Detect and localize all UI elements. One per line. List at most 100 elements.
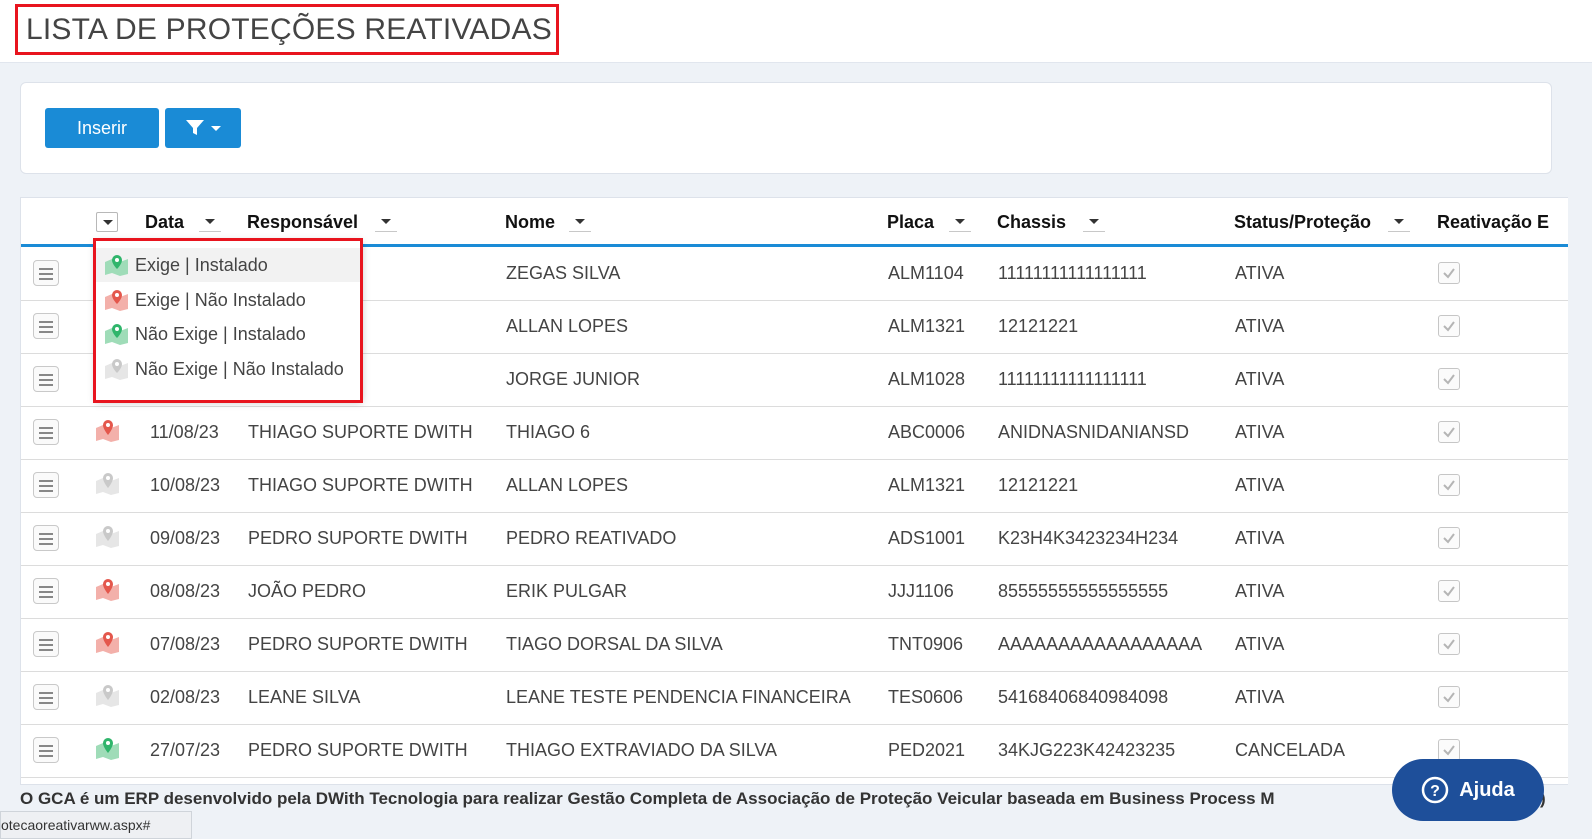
- column-menu-nome[interactable]: [569, 212, 591, 232]
- cell-chassis: AAAAAAAAAAAAAAAAA: [998, 634, 1203, 654]
- reativacao-checkbox[interactable]: [1438, 315, 1460, 337]
- row-menu-button[interactable]: [33, 419, 59, 445]
- column-header-status[interactable]: Status/Proteção: [1234, 212, 1371, 233]
- cell-data: 10/08/23: [150, 475, 221, 495]
- cell-placa: TNT0906: [888, 634, 964, 654]
- map-pin-grey-icon: [96, 526, 119, 548]
- cell-responsavel: PEDRO SUPORTE DWITH: [248, 634, 468, 654]
- row-menu-button[interactable]: [33, 313, 59, 339]
- cell-nome: THIAGO EXTRAVIADO DA SILVA: [506, 740, 778, 760]
- column-header-data[interactable]: Data: [145, 212, 184, 233]
- row-menu-button[interactable]: [33, 472, 59, 498]
- cell-placa: JJJ1106: [888, 581, 954, 601]
- cell-nome: LEANE TESTE PENDENCIA FINANCEIRA: [506, 687, 851, 707]
- reativacao-checkbox[interactable]: [1438, 580, 1460, 602]
- column-header-responsavel[interactable]: Responsável: [247, 212, 358, 233]
- pin-filter-dropdown[interactable]: [96, 212, 118, 232]
- cell-responsavel: PEDRO SUPORTE DWITH: [248, 740, 468, 760]
- help-button[interactable]: ? Ajuda: [1392, 759, 1544, 821]
- reativacao-checkbox[interactable]: [1438, 262, 1460, 284]
- cell-responsavel: JOÃO PEDRO: [248, 581, 367, 601]
- cell-status: ATIVA: [1235, 581, 1285, 601]
- row-menu-button[interactable]: [33, 578, 59, 604]
- cell-responsavel: LEANE SILVA: [248, 687, 361, 707]
- cell-chassis: 34KJG223K42423235: [998, 740, 1176, 760]
- cell-data: 02/08/23: [150, 687, 221, 707]
- column-menu-responsavel[interactable]: [375, 212, 397, 232]
- row-menu-button[interactable]: [33, 737, 59, 763]
- page-title: LISTA DE PROTEÇÕES REATIVADAS: [26, 13, 552, 46]
- browser-status-url: otecaoreativarww.aspx#: [0, 811, 192, 839]
- cell-data: 08/08/23: [150, 581, 221, 601]
- cell-responsavel: THIAGO SUPORTE DWITH: [248, 422, 473, 442]
- cell-status: ATIVA: [1235, 263, 1285, 283]
- column-menu-chassis[interactable]: [1083, 212, 1105, 232]
- cell-status: ATIVA: [1235, 528, 1285, 548]
- cell-placa: TES0606: [888, 687, 964, 707]
- cell-status: ATIVA: [1235, 475, 1285, 495]
- column-menu-data[interactable]: [199, 212, 221, 232]
- reativacao-checkbox[interactable]: [1438, 633, 1460, 655]
- row-menu-button[interactable]: [33, 260, 59, 286]
- reativacao-checkbox[interactable]: [1438, 368, 1460, 390]
- reativacao-checkbox[interactable]: [1438, 527, 1460, 549]
- cell-status: ATIVA: [1235, 634, 1285, 654]
- row-menu-button[interactable]: [33, 366, 59, 392]
- footer-text: O GCA é um ERP desenvolvido pela DWith T…: [20, 789, 1275, 808]
- row-menu-button[interactable]: [33, 525, 59, 551]
- filter-button[interactable]: [165, 108, 241, 148]
- cell-placa: ALM1104: [888, 263, 964, 283]
- cell-data: 09/08/23: [150, 528, 221, 548]
- cell-chassis: 54168406840984098: [998, 687, 1169, 707]
- cell-chassis: ANIDNASNIDANIANSD: [998, 422, 1190, 442]
- column-menu-placa[interactable]: [949, 212, 971, 232]
- cell-placa: ADS1001: [888, 528, 966, 548]
- column-header-placa[interactable]: Placa: [887, 212, 934, 233]
- cell-nome: JORGE JUNIOR: [506, 369, 641, 389]
- svg-text:?: ?: [1430, 783, 1440, 800]
- insert-button[interactable]: Inserir: [45, 108, 159, 148]
- cell-placa: PED2021: [888, 740, 966, 760]
- cell-nome: TIAGO DORSAL DA SILVA: [506, 634, 723, 654]
- table-row[interactable]: 02/08/23 LEANE SILVA LEANE TESTE PENDENCIA…: [21, 672, 1568, 725]
- reativacao-checkbox[interactable]: [1438, 474, 1460, 496]
- column-menu-status[interactable]: [1388, 212, 1410, 232]
- cell-responsavel: THIAGO SUPORTE DWITH: [248, 475, 473, 495]
- cell-chassis: 11111111111111111: [998, 369, 1147, 389]
- table-row[interactable]: 11/08/23 THIAGO SUPORTE DWITH THIAGO 6 ABC0…: [21, 407, 1568, 460]
- row-menu-button[interactable]: [33, 684, 59, 710]
- column-header-nome[interactable]: Nome: [505, 212, 555, 233]
- table-row[interactable]: 07/08/23 PEDRO SUPORTE DWITH TIAGO DORSAL …: [21, 619, 1568, 672]
- table-row[interactable]: 08/08/23 JOÃO PEDRO ERIK PULGAR JJJ1106 8555…: [21, 566, 1568, 619]
- cell-status: ATIVA: [1235, 687, 1285, 707]
- cell-chassis: 11111111111111111: [998, 263, 1147, 283]
- reativacao-checkbox[interactable]: [1438, 739, 1460, 761]
- cell-placa: ABC0006: [888, 422, 966, 442]
- row-menu-button[interactable]: [33, 631, 59, 657]
- table-row[interactable]: 10/08/23 THIAGO SUPORTE DWITH ALLAN LOPES A…: [21, 460, 1568, 513]
- cell-status: ATIVA: [1235, 369, 1285, 389]
- cell-nome: ERIK PULGAR: [506, 581, 628, 601]
- cell-status: CANCELADA: [1235, 740, 1346, 760]
- table-row[interactable]: 09/08/23 PEDRO SUPORTE DWITH PEDRO REATIVA…: [21, 513, 1568, 566]
- column-header-reativacao[interactable]: Reativação E: [1437, 212, 1549, 233]
- cell-chassis: 12121221: [998, 475, 1079, 495]
- map-pin-grey-icon: [96, 473, 119, 495]
- cell-nome: ZEGAS SILVA: [506, 263, 621, 283]
- map-pin-red-icon: [96, 420, 119, 442]
- cell-placa: ALM1321: [888, 475, 966, 495]
- cell-data: 27/07/23: [150, 740, 221, 760]
- reativacao-checkbox[interactable]: [1438, 421, 1460, 443]
- filter-icon: [186, 120, 204, 135]
- popup-highlight-box: [93, 238, 363, 403]
- column-header-chassis[interactable]: Chassis: [997, 212, 1066, 233]
- map-pin-red-icon: [96, 632, 119, 654]
- reativacao-checkbox[interactable]: [1438, 686, 1460, 708]
- cell-placa: ALM1321: [888, 316, 966, 336]
- cell-status: ATIVA: [1235, 422, 1285, 442]
- cell-chassis: 85555555555555555: [998, 581, 1169, 601]
- table-row[interactable]: 27/07/23 PEDRO SUPORTE DWITH THIAGO EXTRAV…: [21, 725, 1568, 778]
- map-pin-green-icon: [96, 738, 119, 760]
- help-label: Ajuda: [1459, 778, 1515, 801]
- cell-data: 11/08/23: [150, 422, 219, 442]
